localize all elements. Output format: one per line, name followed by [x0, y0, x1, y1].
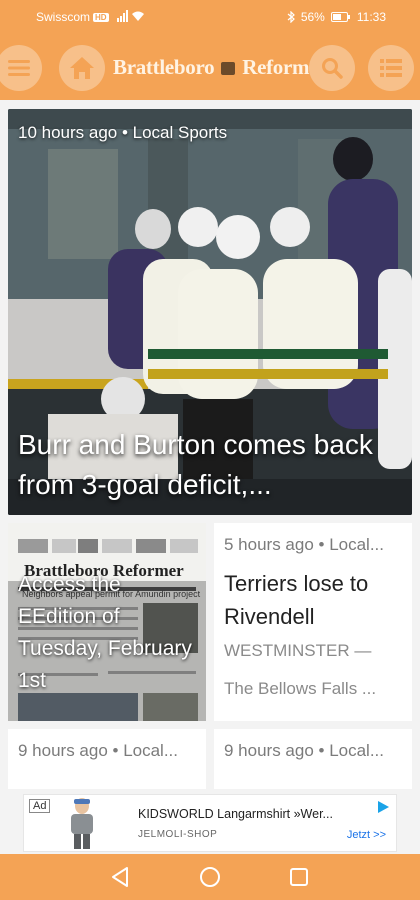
battery-icon [330, 12, 350, 22]
article-card-terriers[interactable]: 5 hours ago • Local... Terriers lose to … [214, 523, 412, 721]
clock: 11:33 [356, 10, 386, 24]
menu-button[interactable] [0, 45, 42, 91]
battery-percent: 56% [300, 10, 325, 24]
ad-cta-link[interactable]: Jetzt >> [347, 829, 386, 841]
search-button[interactable] [309, 45, 355, 91]
back-icon[interactable] [110, 866, 130, 888]
article-snippet: The Bellows Falls ... [224, 679, 377, 698]
site-logo: Brattleboro Reformer [113, 55, 328, 79]
eedition-card[interactable]: Brattleboro Reformer Neighbors appeal pe… [8, 523, 206, 721]
home-nav-icon[interactable] [199, 866, 221, 888]
ad-advertiser: JELMOLI-SHOP [138, 829, 218, 840]
ad-product-image [71, 798, 93, 849]
signal-icon [116, 10, 144, 22]
carrier-label: Swisscom HD [36, 10, 145, 24]
article-title: Terriers lose to Rivendell [224, 571, 369, 629]
ad-container[interactable]: Ad KIDSWORLD Langarmshirt »Wer... JELMOL… [23, 794, 397, 852]
search-icon [322, 58, 343, 79]
article-meta: 5 hours ago • Local... [224, 535, 384, 554]
article-card[interactable]: 9 hours ago • Local... [8, 729, 206, 789]
news-feed: 10 hours ago • Local Sports Burr and Bur… [0, 100, 420, 792]
ad-headline: KIDSWORLD Langarmshirt »Wer... [138, 807, 333, 821]
article-card[interactable]: 9 hours ago • Local... [214, 729, 412, 789]
logo-crest-icon [221, 62, 236, 75]
article-meta: 9 hours ago • Local... [18, 741, 178, 760]
eedition-title: Access the EEdition of Tuesday, February… [18, 573, 192, 692]
system-nav-bar [0, 854, 420, 900]
list-icon [380, 59, 402, 77]
home-button[interactable] [59, 45, 105, 91]
home-icon [70, 57, 94, 79]
hd-badge: HD [93, 13, 109, 22]
hero-article-card[interactable]: 10 hours ago • Local Sports Burr and Bur… [8, 109, 412, 515]
app-header: Brattleboro Reformer [0, 36, 420, 100]
sections-list-button[interactable] [368, 45, 414, 91]
ad-banner[interactable]: Ad KIDSWORLD Langarmshirt »Wer... JELMOL… [0, 792, 420, 854]
article-meta: 9 hours ago • Local... [224, 741, 384, 760]
menu-icon [8, 60, 30, 76]
hero-article-meta: 10 hours ago • Local Sports [18, 123, 228, 142]
hero-article-title: Burr and Burton comes back from 3-goal d… [18, 429, 373, 500]
ad-choices-icon[interactable] [376, 800, 390, 814]
article-dateline: WESTMINSTER — [224, 641, 372, 660]
ad-label: Ad [29, 799, 51, 813]
recents-icon[interactable] [289, 867, 309, 887]
status-bar: Swisscom HD 56% 11:33 [0, 0, 420, 36]
bluetooth-icon [287, 11, 295, 23]
